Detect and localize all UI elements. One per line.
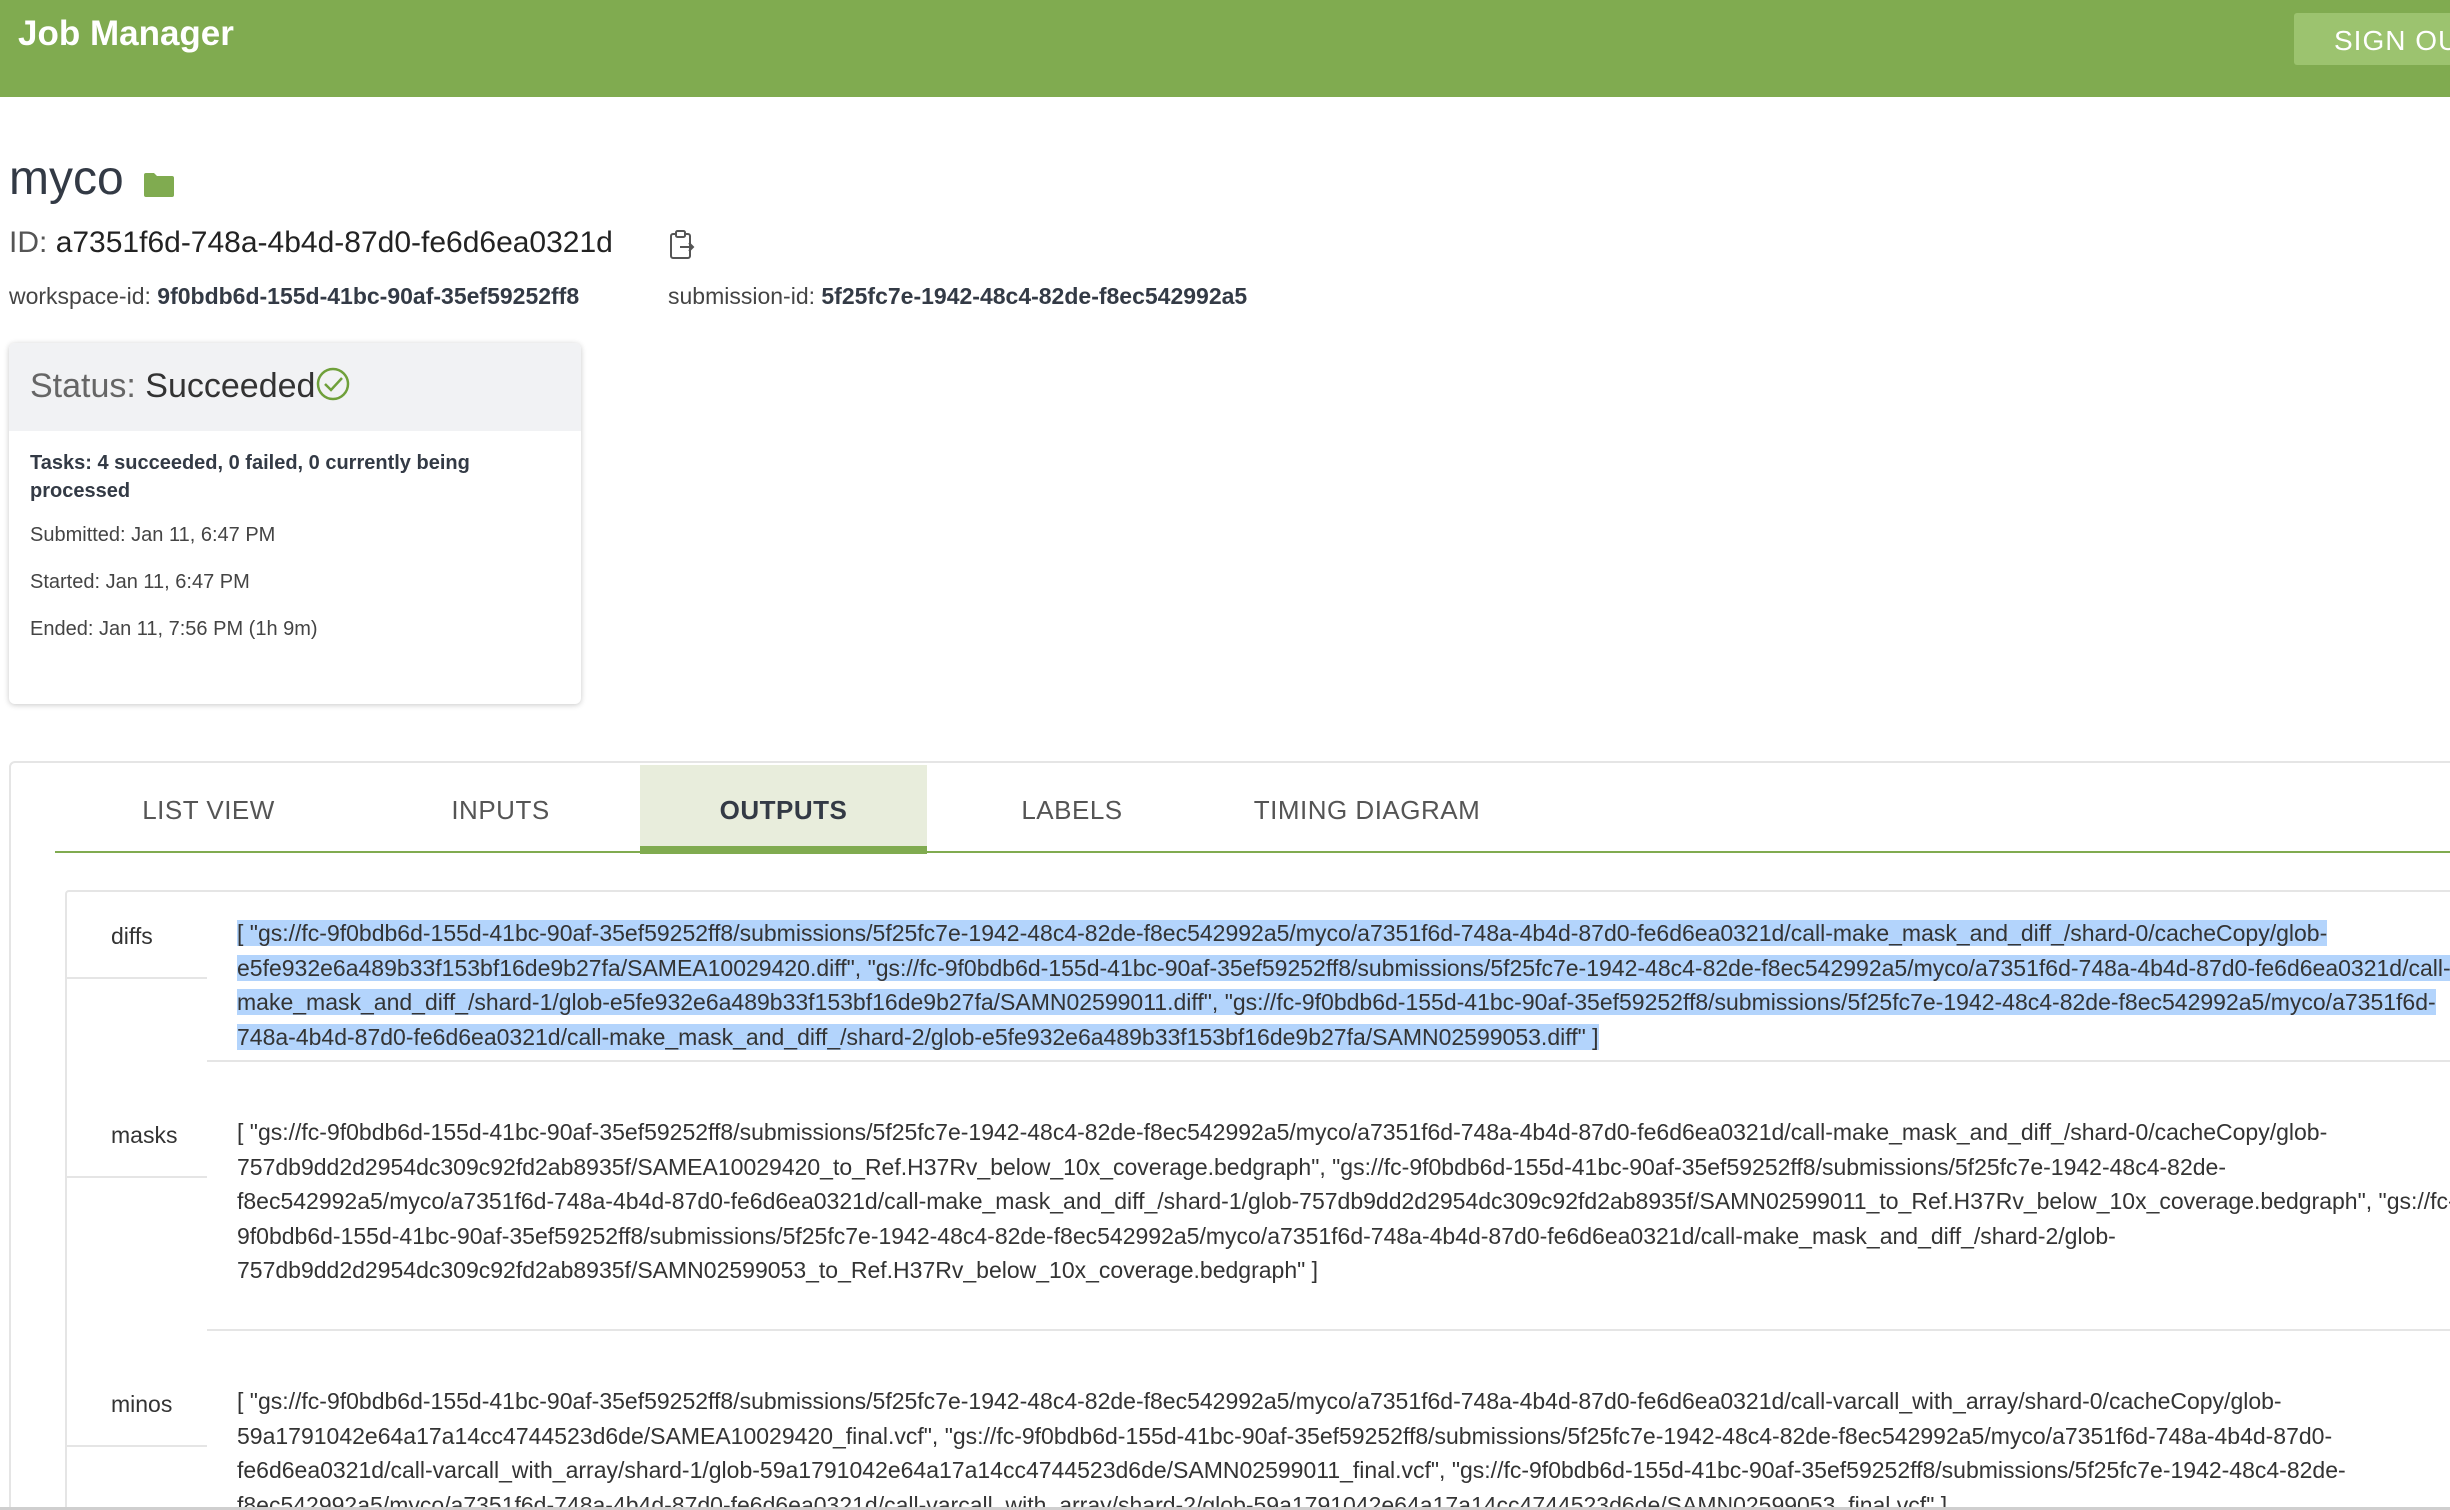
workspace-id-label: workspace-id: xyxy=(9,283,151,309)
output-value-masks[interactable]: [ "gs://fc-9f0bdb6d-155d-41bc-90af-35ef5… xyxy=(237,1115,2450,1288)
output-name-diffs: diffs xyxy=(111,923,153,949)
status-value: Succeeded xyxy=(145,367,316,405)
ended-time: Ended: Jan 11, 7:56 PM (1h 9m) xyxy=(30,618,318,640)
tab-list-view[interactable]: LIST VIEW xyxy=(56,765,361,852)
folder-icon[interactable] xyxy=(143,171,175,198)
workspace-id-row: workspace-id: 9f0bdb6d-155d-41bc-90af-35… xyxy=(9,283,579,310)
output-name-minos: minos xyxy=(111,1391,173,1417)
name-divider xyxy=(67,1176,207,1178)
submission-id-value: 5f25fc7e-1942-48c4-82de-f8ec542992a5 xyxy=(821,283,1248,309)
name-divider xyxy=(67,1445,207,1447)
job-name: myco xyxy=(9,152,124,205)
job-id-label: ID: xyxy=(9,226,48,259)
status-label: Status: xyxy=(30,367,136,405)
submission-id-row: submission-id: 5f25fc7e-1942-48c4-82de-f… xyxy=(668,283,1247,310)
top-bar: Job Manager SIGN OUT xyxy=(0,0,2450,97)
output-value-diffs[interactable]: [ "gs://fc-9f0bdb6d-155d-41bc-90af-35ef5… xyxy=(237,916,2450,1054)
job-id-value: a7351f6d-748a-4b4d-87d0-fe6d6ea0321d xyxy=(55,226,613,259)
workspace-id-value: 9f0bdb6d-155d-41bc-90af-35ef59252ff8 xyxy=(157,283,580,309)
app-title: Job Manager xyxy=(18,14,234,53)
output-name-masks: masks xyxy=(111,1122,178,1148)
tab-labels[interactable]: LABELS xyxy=(927,765,1217,852)
tabs-panel: LIST VIEW INPUTS OUTPUTS LABELS TIMING D… xyxy=(9,761,2450,1510)
outputs-table: diffs [ "gs://fc-9f0bdb6d-155d-41bc-90af… xyxy=(65,890,2450,1510)
output-value-masks-text[interactable]: [ "gs://fc-9f0bdb6d-155d-41bc-90af-35ef5… xyxy=(237,1119,2450,1283)
sign-out-button[interactable]: SIGN OUT xyxy=(2294,13,2450,65)
row-divider xyxy=(207,1060,2450,1062)
status-card: Status: Succeeded Tasks: 4 succeeded, 0 … xyxy=(9,343,581,704)
output-value-minos-text[interactable]: [ "gs://fc-9f0bdb6d-155d-41bc-90af-35ef5… xyxy=(237,1388,2346,1510)
status-header: Status: Succeeded xyxy=(9,343,581,431)
output-value-minos[interactable]: [ "gs://fc-9f0bdb6d-155d-41bc-90af-35ef5… xyxy=(237,1384,2450,1510)
tab-inputs[interactable]: INPUTS xyxy=(361,765,640,852)
copy-clipboard-icon[interactable] xyxy=(668,229,698,261)
job-id-row: ID: a7351f6d-748a-4b4d-87d0-fe6d6ea0321d xyxy=(9,226,613,260)
submission-id-label: submission-id: xyxy=(668,283,815,309)
started-time: Started: Jan 11, 6:47 PM xyxy=(30,571,250,593)
output-value-diffs-text[interactable]: [ "gs://fc-9f0bdb6d-155d-41bc-90af-35ef5… xyxy=(237,920,2450,1050)
tab-timing-diagram[interactable]: TIMING DIAGRAM xyxy=(1217,765,1517,852)
tab-underline xyxy=(55,851,2450,853)
tasks-summary: Tasks: 4 succeeded, 0 failed, 0 currentl… xyxy=(30,452,470,502)
name-divider xyxy=(67,977,207,979)
tab-outputs[interactable]: OUTPUTS xyxy=(640,765,927,854)
row-divider xyxy=(207,1329,2450,1331)
submitted-time: Submitted: Jan 11, 6:47 PM xyxy=(30,524,276,546)
check-circle-icon xyxy=(317,367,350,401)
